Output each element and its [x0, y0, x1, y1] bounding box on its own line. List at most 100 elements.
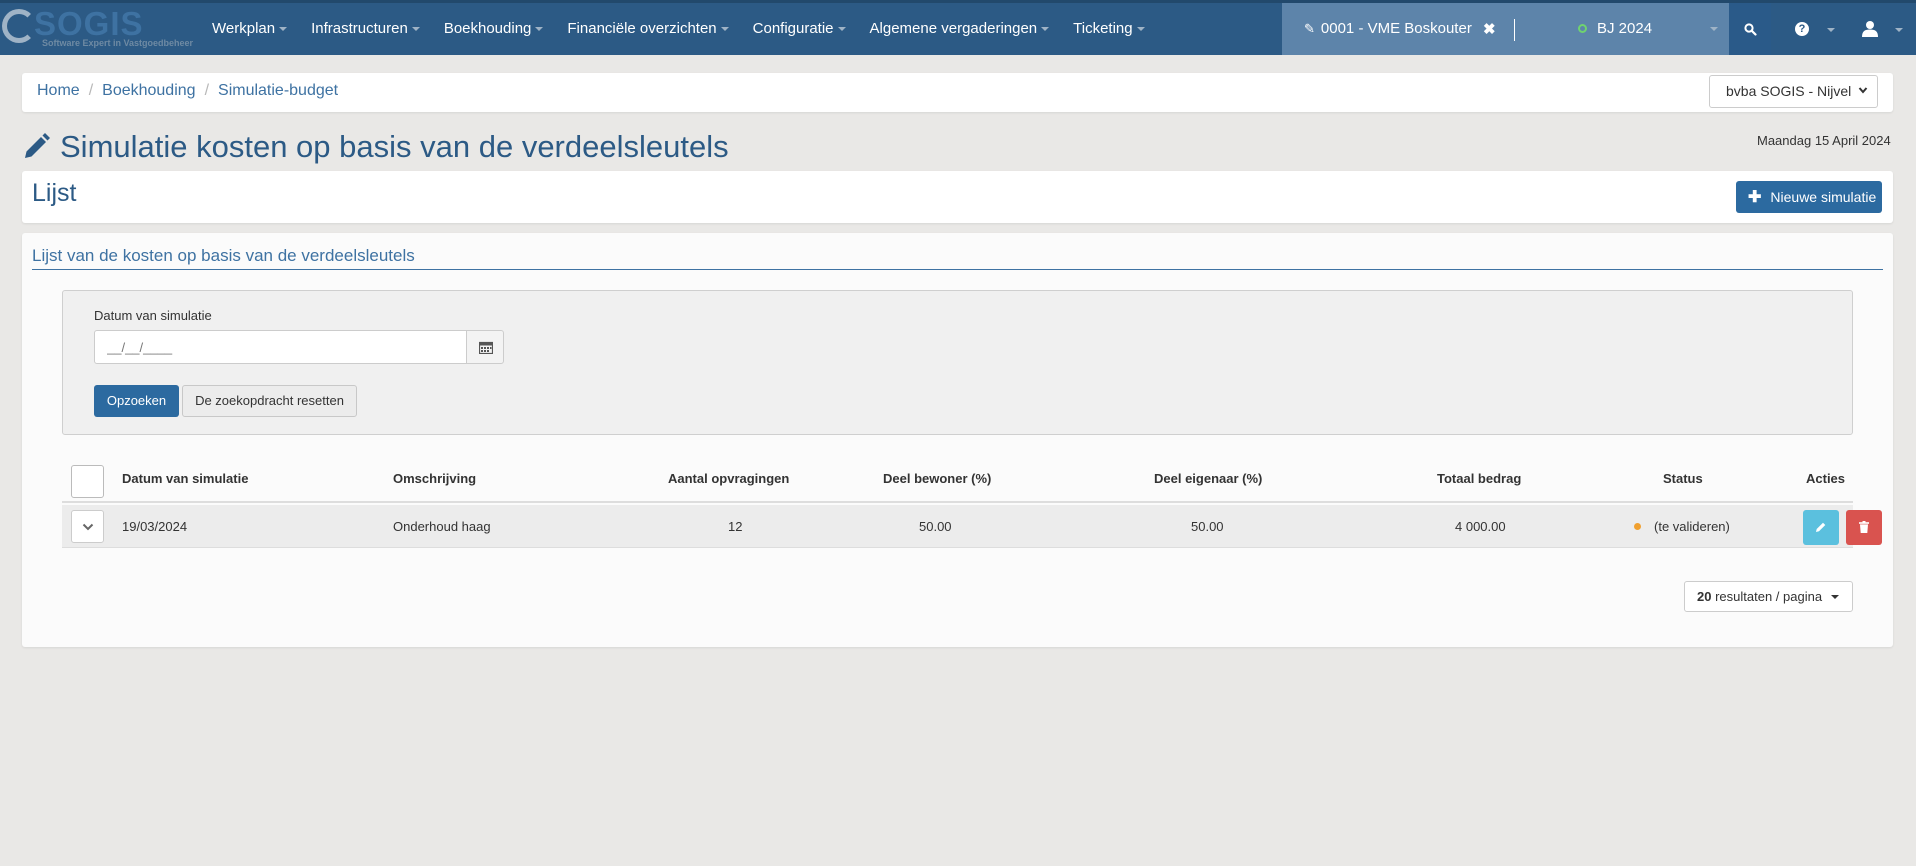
cell-status: (te valideren): [1634, 505, 1730, 548]
page-title: Simulatie kosten op basis van de verdeel…: [60, 129, 729, 164]
column-header-requests[interactable]: Aantal opvragingen: [668, 455, 789, 503]
menu-item-werkplan[interactable]: Werkplan: [200, 3, 299, 55]
caret-down-icon: [535, 27, 544, 32]
cell-description: Onderhoud haag: [393, 519, 491, 534]
user-icon: [1862, 21, 1878, 37]
section-heading: Lijst van de kosten op basis van de verd…: [32, 246, 415, 265]
cell-total: 4 000.00: [1455, 519, 1506, 534]
caret-down-icon: [1136, 27, 1145, 32]
fiscal-year-label: BJ 2024: [1597, 20, 1653, 37]
new-simulation-button[interactable]: ✚ Nieuwe simulatie: [1736, 181, 1882, 213]
current-date: Maandag 15 April 2024: [1757, 133, 1891, 148]
help-icon: ?: [1795, 22, 1809, 36]
sogis-logo[interactable]: SOGIS Software Expert in Vastgoedbeheer: [0, 3, 200, 58]
caret-down-icon: [1895, 28, 1903, 32]
search-filter-box: Datum van simulatie Opzoeken De zoekopdr…: [62, 290, 1853, 435]
date-filter-label: Datum van simulatie: [94, 308, 212, 323]
caret-down-icon: [720, 27, 729, 32]
caret-down-icon[interactable]: [1710, 27, 1718, 31]
chevron-down-icon: [1858, 87, 1868, 94]
menu-item-label: Algemene vergaderingen: [869, 20, 1038, 37]
page-size-label: resultaten / pagina: [1715, 589, 1823, 604]
cell-date: 19/03/2024: [122, 519, 188, 534]
menu-item-financiele-overzichten[interactable]: Financiële overzichten: [555, 3, 740, 55]
trash-icon: [1859, 521, 1869, 533]
column-header-date[interactable]: Datum van simulatie: [122, 455, 248, 503]
company-select-value: bvba SOGIS - Nijvel: [1726, 83, 1852, 99]
column-header-resident-share[interactable]: Deel bewoner (%): [883, 455, 991, 503]
breadcrumb-separator: /: [88, 82, 94, 99]
menu-item-label: Ticketing: [1073, 20, 1133, 37]
menu-item-label: Financiële overzichten: [567, 20, 717, 37]
chevron-down-icon: [82, 523, 94, 531]
status-dot-icon: [1634, 523, 1641, 531]
cell-owner-share: 50.00: [1191, 519, 1224, 534]
help-menu[interactable]: ?: [1790, 3, 1835, 55]
search-submit-button[interactable]: Opzoeken: [94, 385, 179, 417]
column-header-owner-share[interactable]: Deel eigenaar (%): [1154, 455, 1262, 503]
table-header: Datum van simulatie Omschrijving Aantal …: [62, 455, 1853, 503]
reset-search-button[interactable]: De zoekopdracht resetten: [182, 385, 357, 417]
caret-down-icon: [1827, 28, 1835, 32]
pencil-icon: [25, 133, 50, 158]
column-header-total[interactable]: Totaal bedrag: [1437, 455, 1521, 503]
cell-resident-share: 50.00: [919, 519, 952, 534]
breadcrumb-boekhouding[interactable]: Boekhouding: [102, 82, 195, 99]
column-header-description[interactable]: Omschrijving: [393, 455, 476, 503]
column-header-status[interactable]: Status: [1663, 455, 1703, 503]
building-name: 0001 - VME Boskouter: [1320, 20, 1472, 37]
column-header-actions: Acties: [1806, 471, 1846, 486]
pencil-icon: ✎: [1304, 21, 1315, 36]
breadcrumb-separator: /: [204, 82, 210, 99]
calendar-button[interactable]: [466, 330, 504, 364]
menu-item-label: Werkplan: [212, 20, 276, 37]
cell-requests: 12: [728, 519, 743, 534]
search-icon: [1744, 23, 1757, 36]
menu-item-infrastructuren[interactable]: Infrastructuren: [299, 3, 432, 55]
status-circle-icon: [1578, 23, 1587, 33]
calendar-icon: [479, 341, 493, 354]
cost-list-panel: Lijst van de kosten op basis van de verd…: [22, 233, 1893, 647]
context-bar: ✎ 0001 - VME Boskouter ✖ BJ 2024: [1282, 3, 1729, 55]
list-title: Lijst: [32, 179, 77, 207]
menu-item-label: Boekhouding: [443, 20, 532, 37]
pencil-icon: [1816, 522, 1826, 532]
company-select[interactable]: bvba SOGIS - Nijvel: [1709, 75, 1878, 108]
top-navbar: SOGIS Software Expert in Vastgoedbeheer …: [0, 0, 1916, 55]
caret-down-icon: [279, 27, 288, 32]
table-row: 19/03/2024 Onderhoud haag 12 50.00 50.00…: [62, 505, 1882, 548]
logo-tagline: Software Expert in Vastgoedbeheer: [42, 38, 194, 48]
menu-item-ticketing[interactable]: Ticketing: [1061, 3, 1156, 55]
page-size-select[interactable]: 20 resultaten / pagina: [1684, 581, 1853, 612]
expand-row-button[interactable]: [71, 510, 104, 543]
breadcrumb-panel: Home / Boekhouding / Simulatie-budget bvba S…: [22, 73, 1893, 112]
simulation-date-input[interactable]: [94, 330, 467, 364]
main-menu: Werkplan Infrastructuren Boekhouding Fin…: [200, 3, 1157, 55]
breadcrumb-home[interactable]: Home: [37, 82, 80, 99]
menu-item-label: Configuratie: [752, 20, 834, 37]
fiscal-year-select[interactable]: BJ 2024: [1578, 3, 1652, 55]
user-menu[interactable]: [1858, 3, 1908, 55]
breadcrumb-current[interactable]: Simulatie-budget: [218, 82, 338, 99]
menu-item-configuratie[interactable]: Configuratie: [741, 3, 858, 55]
delete-button[interactable]: [1846, 510, 1882, 545]
menu-item-algemene-vergaderingen[interactable]: Algemene vergaderingen: [858, 3, 1062, 55]
context-divider: [1514, 19, 1515, 41]
status-label: (te valideren): [1654, 519, 1730, 534]
close-context-icon[interactable]: ✖: [1483, 3, 1496, 57]
caret-down-icon: [1831, 595, 1839, 599]
caret-down-icon: [837, 27, 846, 32]
menu-item-label: Infrastructuren: [311, 20, 408, 37]
menu-item-boekhouding[interactable]: Boekhouding: [432, 3, 556, 55]
logo-ring-icon: [2, 9, 36, 43]
page-size-value: 20: [1697, 589, 1712, 604]
caret-down-icon: [411, 27, 420, 32]
breadcrumb: Home / Boekhouding / Simulatie-budget: [37, 73, 338, 109]
plus-icon: ✚: [1748, 189, 1762, 206]
search-button[interactable]: [1729, 3, 1771, 55]
edit-button[interactable]: [1803, 510, 1839, 545]
list-header-panel: Lijst ✚ Nieuwe simulatie: [22, 171, 1893, 223]
heading-divider: [32, 269, 1883, 270]
select-all-checkbox[interactable]: [71, 465, 104, 498]
building-context[interactable]: ✎ 0001 - VME Boskouter: [1304, 3, 1472, 55]
